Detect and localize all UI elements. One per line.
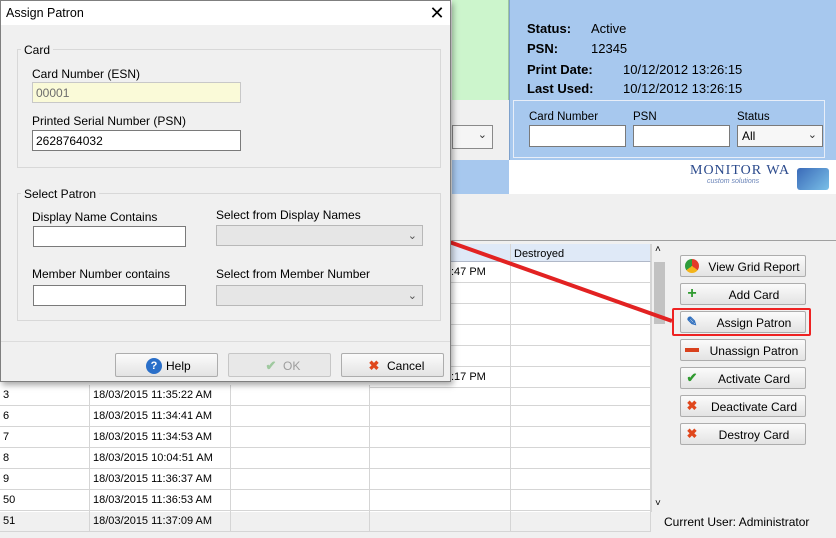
- help-label: Help: [166, 359, 191, 373]
- member-number-input[interactable]: [33, 285, 186, 306]
- cancel-button[interactable]: ✖ Cancel: [341, 353, 444, 377]
- dialog-title: Assign Patron: [6, 6, 84, 20]
- cross-icon: ✖: [368, 358, 380, 373]
- member-number-label: Member Number contains: [32, 267, 171, 281]
- chevron-down-icon: ⌄: [407, 230, 417, 242]
- display-name-label: Display Name Contains: [32, 210, 158, 224]
- ok-button[interactable]: ✔ OK: [228, 353, 331, 377]
- select-display-names[interactable]: ⌄: [216, 225, 423, 246]
- dialog-titlebar: Assign Patron ✕: [1, 1, 450, 25]
- assign-patron-dialog: Assign Patron ✕ Card Card Number (ESN) 0…: [0, 0, 451, 382]
- close-icon[interactable]: ✕: [426, 2, 448, 24]
- display-name-input[interactable]: [33, 226, 186, 247]
- footer-divider: [1, 341, 450, 342]
- ok-label: OK: [283, 359, 301, 373]
- psn-field[interactable]: 2628764032: [32, 130, 241, 151]
- psn-field-label: Printed Serial Number (PSN): [32, 114, 187, 128]
- select-member-number[interactable]: ⌄: [216, 285, 423, 306]
- chevron-down-icon: ⌄: [407, 290, 417, 302]
- select-patron-legend: Select Patron: [21, 187, 100, 201]
- select-display-label: Select from Display Names: [216, 208, 361, 222]
- arrow-line: [440, 237, 673, 323]
- select-member-label: Select from Member Number: [216, 267, 371, 281]
- cancel-label: Cancel: [387, 359, 425, 373]
- help-button[interactable]: ? Help: [115, 353, 218, 377]
- card-group-legend: Card: [21, 43, 54, 57]
- help-icon: ?: [146, 358, 162, 374]
- checkmark-icon: ✔: [265, 358, 277, 373]
- card-number-field: 00001: [32, 82, 241, 103]
- card-number-label: Card Number (ESN): [32, 67, 141, 81]
